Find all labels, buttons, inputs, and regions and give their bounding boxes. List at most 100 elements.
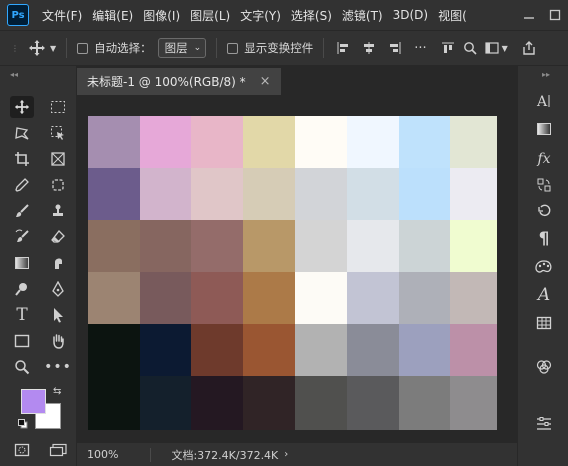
color-swatch-cell bbox=[295, 272, 347, 324]
svg-text:A: A bbox=[536, 94, 548, 109]
color-swatch-cell bbox=[243, 116, 295, 168]
canvas-area[interactable] bbox=[77, 95, 517, 442]
move-tool-preset-icon[interactable] bbox=[28, 39, 46, 57]
zoom-icon[interactable] bbox=[10, 356, 34, 378]
foreground-color-swatch[interactable] bbox=[21, 389, 46, 414]
workspace-icon[interactable] bbox=[485, 42, 499, 54]
grip-icon: ⋮ bbox=[11, 43, 19, 53]
dodge-icon[interactable] bbox=[10, 278, 34, 300]
color-swatch-cell bbox=[295, 116, 347, 168]
menu-file[interactable]: 文件(F) bbox=[37, 7, 87, 24]
color-swatch-cell bbox=[399, 376, 450, 430]
screen-mode-icon[interactable] bbox=[46, 439, 70, 461]
object-select-icon[interactable] bbox=[46, 122, 70, 144]
maximize-icon[interactable] bbox=[542, 0, 568, 30]
frame-icon[interactable] bbox=[46, 148, 70, 170]
more-tools-icon[interactable]: ••• bbox=[44, 356, 71, 378]
chevron-down-icon[interactable]: ▼ bbox=[50, 44, 56, 53]
lasso-icon[interactable] bbox=[10, 122, 34, 144]
canvas-image[interactable] bbox=[88, 116, 497, 430]
history-panel-icon[interactable] bbox=[532, 200, 556, 222]
menu-view[interactable]: 视图( bbox=[433, 7, 472, 24]
options-bar: ⋮ ▼ 自动选择： 图层 ⌄ 显示变换控件 ··· ▼ bbox=[0, 30, 568, 66]
search-icon[interactable] bbox=[463, 41, 477, 55]
color-swatch-cell bbox=[399, 168, 450, 220]
menu-edit[interactable]: 编辑(E) bbox=[87, 7, 138, 24]
close-icon[interactable]: × bbox=[260, 74, 271, 89]
spot-heal-icon[interactable] bbox=[46, 174, 70, 196]
color-panel-icon[interactable] bbox=[532, 256, 556, 278]
color-swatch-cell bbox=[140, 168, 191, 220]
paragraph-panel-icon[interactable]: ¶ bbox=[532, 228, 556, 250]
fx-panel-icon[interactable]: fx bbox=[532, 148, 556, 170]
menu-layer[interactable]: 图层(L) bbox=[185, 7, 235, 24]
menu-type[interactable]: 文字(Y) bbox=[235, 7, 286, 24]
rect-marquee-icon[interactable] bbox=[46, 96, 70, 118]
menu-select[interactable]: 选择(S) bbox=[286, 7, 337, 24]
color-swatch-cell bbox=[88, 116, 140, 168]
hand-icon[interactable] bbox=[46, 330, 70, 352]
show-transform-label: 显示变换控件 bbox=[244, 41, 314, 55]
chevron-down-icon: ⌄ bbox=[193, 43, 202, 53]
color-swatch-cell bbox=[191, 116, 243, 168]
color-swatch-cell bbox=[88, 376, 140, 430]
divider bbox=[216, 38, 218, 58]
color-swatch-cell bbox=[399, 272, 450, 324]
color-swatch-cell bbox=[140, 376, 191, 430]
panel-expand-icon[interactable]: ▸▸ bbox=[542, 70, 550, 79]
auto-select-checkbox[interactable] bbox=[77, 42, 89, 54]
menu-filter[interactable]: 滤镜(T) bbox=[337, 7, 388, 24]
color-swatch-cell bbox=[191, 220, 243, 272]
gradient-panel-icon[interactable] bbox=[532, 118, 556, 140]
show-transform-checkbox[interactable] bbox=[227, 42, 239, 54]
channels-panel-icon[interactable] bbox=[532, 356, 556, 378]
chevron-down-icon[interactable]: ▼ bbox=[502, 44, 508, 53]
menu-3d[interactable]: 3D(D) bbox=[388, 8, 433, 22]
document-tab[interactable]: 未标题-1 @ 100%(RGB/8) * × bbox=[77, 68, 281, 95]
glyphs-panel-icon[interactable]: A bbox=[532, 284, 556, 306]
align-center-icon[interactable] bbox=[362, 41, 376, 55]
chevron-right-icon[interactable]: › bbox=[284, 449, 288, 460]
align-left-icon[interactable] bbox=[336, 41, 350, 55]
color-swatch-cell bbox=[243, 376, 295, 430]
color-swatch-cell bbox=[450, 168, 497, 220]
color-swatch-cell bbox=[88, 324, 140, 376]
color-swatch-cell bbox=[450, 272, 497, 324]
pen-icon[interactable] bbox=[46, 278, 70, 300]
auto-select-target: 图层 bbox=[164, 41, 188, 55]
history-brush-icon[interactable] bbox=[10, 226, 34, 248]
more-options-icon[interactable]: ··· bbox=[414, 41, 426, 56]
crop-icon[interactable] bbox=[10, 148, 34, 170]
quick-mask-icon[interactable] bbox=[10, 439, 34, 461]
align-right-icon[interactable] bbox=[388, 41, 402, 55]
type-tool-icon[interactable]: T bbox=[10, 304, 34, 326]
photoshop-logo: Ps bbox=[7, 4, 29, 26]
color-swatch-cell bbox=[88, 220, 140, 272]
smudge-icon[interactable] bbox=[46, 252, 70, 274]
path-select-icon[interactable] bbox=[46, 304, 70, 326]
color-swatch-cell bbox=[295, 220, 347, 272]
layer-props-icon[interactable] bbox=[532, 412, 556, 434]
move-tool-icon[interactable] bbox=[10, 96, 34, 118]
eyedropper-icon[interactable] bbox=[10, 174, 34, 196]
actions-panel-icon[interactable] bbox=[532, 174, 556, 196]
minimize-icon[interactable] bbox=[516, 0, 542, 30]
document-size-info: 文档:372.4K/372.4K bbox=[171, 448, 279, 462]
share-icon[interactable] bbox=[522, 41, 536, 55]
panel-collapse-icon[interactable]: ◂◂ bbox=[10, 70, 18, 79]
default-colors-icon[interactable] bbox=[18, 418, 28, 432]
brush-icon[interactable] bbox=[10, 200, 34, 222]
zoom-level[interactable]: 100% bbox=[87, 448, 118, 461]
menu-image[interactable]: 图像(I) bbox=[138, 7, 185, 24]
eraser-icon[interactable] bbox=[46, 226, 70, 248]
color-swatch-cell bbox=[191, 168, 243, 220]
clone-stamp-icon[interactable] bbox=[46, 200, 70, 222]
align-top-icon[interactable] bbox=[441, 41, 455, 55]
swap-colors-icon[interactable]: ⇆ bbox=[53, 386, 61, 397]
rectangle-icon[interactable] bbox=[10, 330, 34, 352]
character-panel-icon[interactable]: A bbox=[532, 90, 556, 112]
auto-select-dropdown[interactable]: 图层 ⌄ bbox=[157, 38, 207, 58]
color-swatch-cell bbox=[450, 376, 497, 430]
gradient-icon[interactable] bbox=[10, 252, 34, 274]
table-panel-icon[interactable] bbox=[532, 312, 556, 334]
